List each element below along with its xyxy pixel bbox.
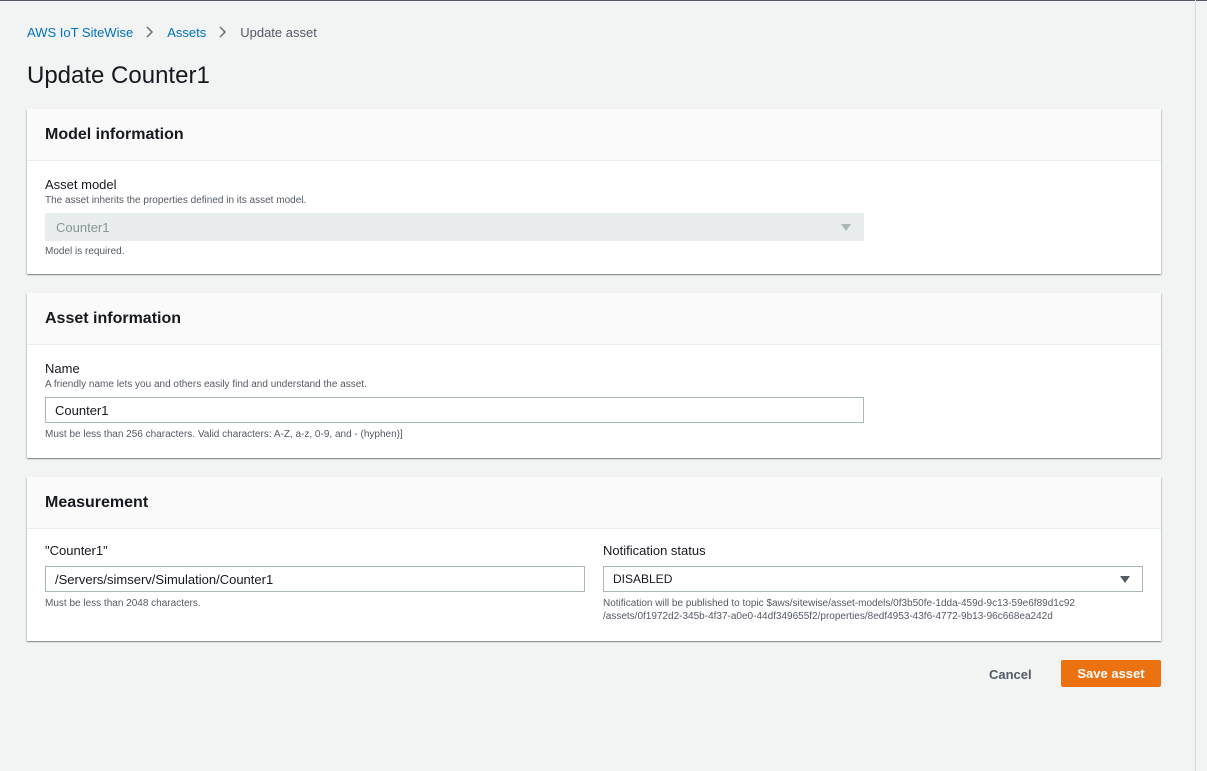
panel-heading-model: Model information xyxy=(45,125,184,143)
chevron-right-icon xyxy=(216,25,230,39)
panel-heading-measurement: Measurement xyxy=(45,493,149,511)
panel-header: Measurement xyxy=(27,477,1161,529)
asset-model-select: Counter1 xyxy=(45,213,864,241)
panel-header: Asset information xyxy=(27,293,1161,345)
name-label: Name xyxy=(45,361,80,376)
asset-model-label: Asset model xyxy=(45,177,117,192)
asset-information-panel: Asset information Name A friendly name l… xyxy=(27,293,1161,458)
name-description: A friendly name lets you and others easi… xyxy=(45,379,367,390)
caret-down-icon xyxy=(1120,576,1130,583)
name-hint: Must be less than 256 characters. Valid … xyxy=(45,429,403,440)
breadcrumb-current: Update asset xyxy=(240,24,317,40)
notification-status-label: Notification status xyxy=(603,543,706,558)
breadcrumb: AWS IoT SiteWise Assets Update asset xyxy=(27,23,317,41)
notification-topic-hint-line1: Notification will be published to topic … xyxy=(603,598,1075,609)
breadcrumb-link-sitewise[interactable]: AWS IoT SiteWise xyxy=(27,25,133,40)
model-information-panel: Model information Asset model The asset … xyxy=(27,109,1161,274)
notification-topic-hint-line2: /assets/0f1972d2-345b-4f37-a0e0-44df3496… xyxy=(603,611,1053,622)
chevron-right-icon xyxy=(143,25,157,39)
measurement-alias-hint: Must be less than 2048 characters. xyxy=(45,598,201,609)
notification-status-column: Notification status DISABLED Notificatio… xyxy=(603,543,1143,623)
asset-model-description: The asset inherits the properties define… xyxy=(45,195,307,206)
cancel-button[interactable]: Cancel xyxy=(989,665,1032,683)
breadcrumb-link-assets[interactable]: Assets xyxy=(167,25,206,40)
panel-body: Name A friendly name lets you and others… xyxy=(27,345,1161,441)
panel-body: Asset model The asset inherits the prope… xyxy=(27,161,1161,258)
panel-body: "Counter1" Must be less than 2048 charac… xyxy=(27,529,1161,641)
notification-status-value: DISABLED xyxy=(613,572,673,586)
save-asset-button[interactable]: Save asset xyxy=(1061,660,1161,687)
page-title: Update Counter1 xyxy=(27,62,210,89)
panel-heading-asset: Asset information xyxy=(45,309,182,327)
asset-model-hint: Model is required. xyxy=(45,246,125,257)
panel-header: Model information xyxy=(27,109,1161,161)
name-input[interactable] xyxy=(45,397,864,423)
notification-status-select[interactable]: DISABLED xyxy=(603,566,1143,592)
asset-model-value: Counter1 xyxy=(56,219,110,235)
scroll-divider xyxy=(1195,0,1196,771)
measurement-alias-input[interactable] xyxy=(45,566,585,592)
measurement-alias-column: "Counter1" Must be less than 2048 charac… xyxy=(45,543,585,610)
caret-down-icon xyxy=(841,224,851,231)
measurement-panel: Measurement "Counter1" Must be less than… xyxy=(27,477,1161,641)
measurement-alias-label: "Counter1" xyxy=(45,543,108,558)
top-border xyxy=(0,0,1207,1)
